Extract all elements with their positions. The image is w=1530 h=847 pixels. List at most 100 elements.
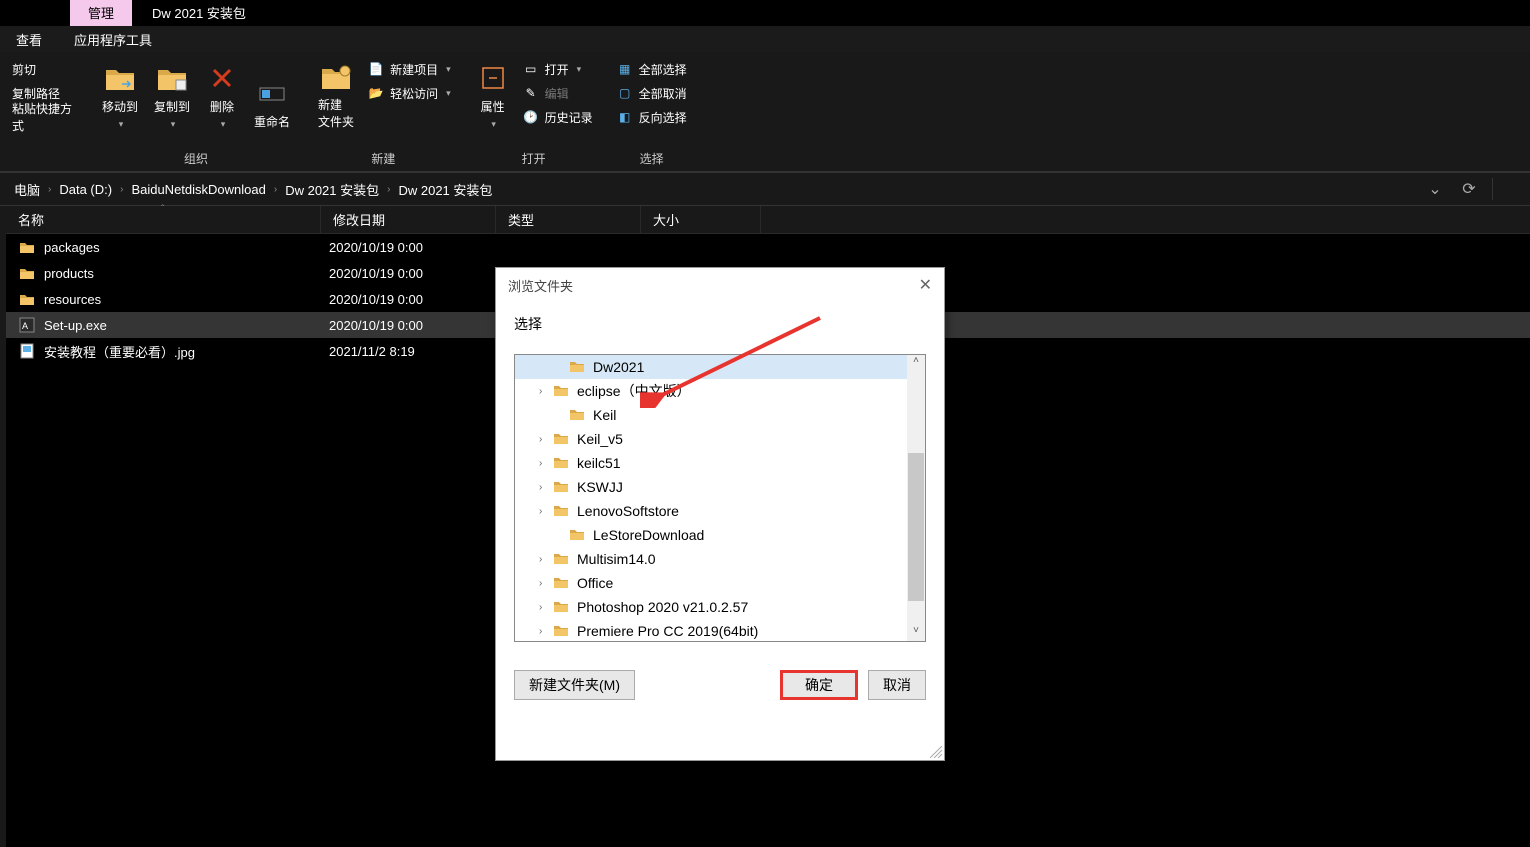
scrollbar[interactable]: ˄ ˅ [907, 355, 925, 641]
paste-shortcut-button[interactable]: 粘贴快捷方式 [8, 106, 80, 128]
file-date: 2020/10/19 0:00 [329, 318, 504, 333]
window-title: Dw 2021 安装包 [132, 0, 264, 26]
expander-icon[interactable]: › [539, 626, 553, 637]
ribbon: 剪切 复制路径 粘贴快捷方式 移动到 复制到 删除 重命名 [0, 52, 1530, 172]
close-icon[interactable]: ✕ [919, 275, 932, 295]
new-item-button[interactable]: 📄新建项目 [364, 58, 455, 80]
ribbon-group-organize: 移动到 复制到 删除 重命名 组织 [88, 52, 304, 171]
tree-item-label: LeStoreDownload [593, 527, 704, 543]
folder-icon [553, 479, 571, 495]
cancel-button[interactable]: 取消 [868, 670, 926, 700]
breadcrumb-item[interactable]: Data (D:) [53, 182, 118, 197]
chevron-right-icon: › [48, 184, 51, 195]
tab-manage[interactable]: 管理 [70, 0, 132, 26]
expander-icon[interactable]: › [539, 602, 553, 613]
expander-icon[interactable]: › [539, 386, 553, 397]
delete-button[interactable]: 删除 [200, 58, 244, 134]
breadcrumb-item[interactable]: Dw 2021 安装包 [279, 180, 385, 199]
open-button[interactable]: ▭打开 [519, 58, 597, 80]
tree-item[interactable]: Dw2021 [515, 355, 925, 379]
properties-button[interactable]: 属性 [471, 58, 515, 134]
chevron-right-icon: › [120, 184, 123, 195]
column-headers[interactable]: ˆ 名称 修改日期 类型 大小 [6, 206, 1530, 234]
select-invert-icon: ◧ [617, 109, 633, 125]
tree-item[interactable]: LeStoreDownload [515, 523, 925, 547]
ok-button[interactable]: 确定 [780, 670, 858, 700]
tab-view[interactable]: 查看 [0, 26, 58, 53]
copy-to-button[interactable]: 复制到 [148, 58, 196, 134]
resize-grip-icon[interactable] [930, 746, 942, 758]
breadcrumb-item[interactable]: Dw 2021 安装包 [392, 180, 498, 199]
file-name: packages [44, 240, 329, 255]
expander-icon[interactable]: › [539, 554, 553, 565]
new-item-icon: 📄 [368, 61, 384, 77]
file-icon [18, 290, 36, 308]
file-date: 2020/10/19 0:00 [329, 240, 504, 255]
scroll-up-icon[interactable]: ˄ [908, 355, 924, 371]
tree-item[interactable]: Keil [515, 403, 925, 427]
tree-item-label: eclipse（中文版） [577, 381, 691, 401]
tree-item[interactable]: › eclipse（中文版） [515, 379, 925, 403]
ribbon-group-clipboard: 剪切 复制路径 粘贴快捷方式 [0, 52, 88, 171]
ribbon-group-new: 新建文件夹 📄新建项目 📂轻松访问 新建 [304, 52, 463, 171]
file-icon: A [18, 316, 36, 334]
file-icon [18, 238, 36, 256]
dialog-titlebar[interactable]: 浏览文件夹 ✕ [496, 268, 944, 302]
file-name: 安装教程（重要必看）.jpg [44, 342, 329, 361]
folder-icon [553, 551, 571, 567]
folder-icon [553, 503, 571, 519]
column-size[interactable]: 大小 [641, 206, 761, 233]
tree-item[interactable]: ›Photoshop 2020 v21.0.2.57 [515, 595, 925, 619]
tree-item[interactable]: ›KSWJJ [515, 475, 925, 499]
breadcrumb-item[interactable]: 电脑 [8, 180, 46, 199]
new-folder-button[interactable]: 新建文件夹 [312, 58, 360, 134]
expander-icon[interactable]: › [539, 434, 553, 445]
folder-icon [553, 599, 571, 615]
cut-button[interactable]: 剪切 [8, 58, 80, 80]
select-all-button[interactable]: ▦全部选择 [613, 58, 691, 80]
expander-icon[interactable]: › [539, 458, 553, 469]
folder-icon [553, 431, 571, 447]
refresh-icon[interactable]: ⟳ [1458, 178, 1480, 200]
scroll-down-icon[interactable]: ˅ [908, 625, 924, 641]
select-none-button[interactable]: ▢全部取消 [613, 82, 691, 104]
tree-item-label: Office [577, 575, 613, 591]
column-date[interactable]: 修改日期 [321, 206, 496, 233]
column-type[interactable]: 类型 [496, 206, 641, 233]
breadcrumb[interactable]: 电脑› Data (D:)› BaiduNetdiskDownload› Dw … [0, 172, 1530, 206]
expander-icon[interactable]: › [539, 506, 553, 517]
easy-access-button[interactable]: 📂轻松访问 [364, 82, 455, 104]
delete-x-icon [206, 62, 238, 94]
tree-item[interactable]: ›Premiere Pro CC 2019(64bit) [515, 619, 925, 642]
dialog-buttons: 新建文件夹(M) 确定 取消 [496, 642, 944, 712]
tree-item[interactable]: ›Multisim14.0 [515, 547, 925, 571]
folder-icon [569, 407, 587, 423]
tree-item[interactable]: ›LenovoSoftstore [515, 499, 925, 523]
history-button[interactable]: 🕑历史记录 [519, 106, 597, 128]
breadcrumb-item[interactable]: BaiduNetdiskDownload [125, 182, 271, 197]
tree-item-label: keilc51 [577, 455, 621, 471]
expander-icon[interactable]: › [539, 482, 553, 493]
tree-item-label: Keil [593, 407, 616, 423]
svg-text:A: A [22, 321, 28, 331]
tab-apptools[interactable]: 应用程序工具 [58, 26, 168, 53]
select-invert-button[interactable]: ◧反向选择 [613, 106, 691, 128]
new-folder-button[interactable]: 新建文件夹(M) [514, 670, 635, 700]
folder-icon [569, 527, 587, 543]
move-to-button[interactable]: 移动到 [96, 58, 144, 134]
expander-icon[interactable]: › [539, 578, 553, 589]
file-row[interactable]: packages2020/10/19 0:00 [6, 234, 1530, 260]
rename-button[interactable]: 重命名 [248, 58, 296, 134]
tree-item[interactable]: ›Keil_v5 [515, 427, 925, 451]
folder-tree[interactable]: Dw2021›eclipse（中文版）Keil›Keil_v5›keilc51›… [514, 354, 926, 642]
tree-item[interactable]: › keilc51 [515, 451, 925, 475]
dialog-title-text: 浏览文件夹 [508, 276, 573, 295]
dropdown-icon[interactable]: ⌄ [1424, 178, 1446, 200]
scroll-thumb[interactable] [908, 453, 924, 601]
folder-icon [553, 383, 571, 399]
folder-copy-icon [156, 62, 188, 94]
tree-item[interactable]: › Office [515, 571, 925, 595]
search-divider [1492, 178, 1514, 200]
edit-button[interactable]: ✎编辑 [519, 82, 597, 104]
edit-icon: ✎ [523, 85, 539, 101]
